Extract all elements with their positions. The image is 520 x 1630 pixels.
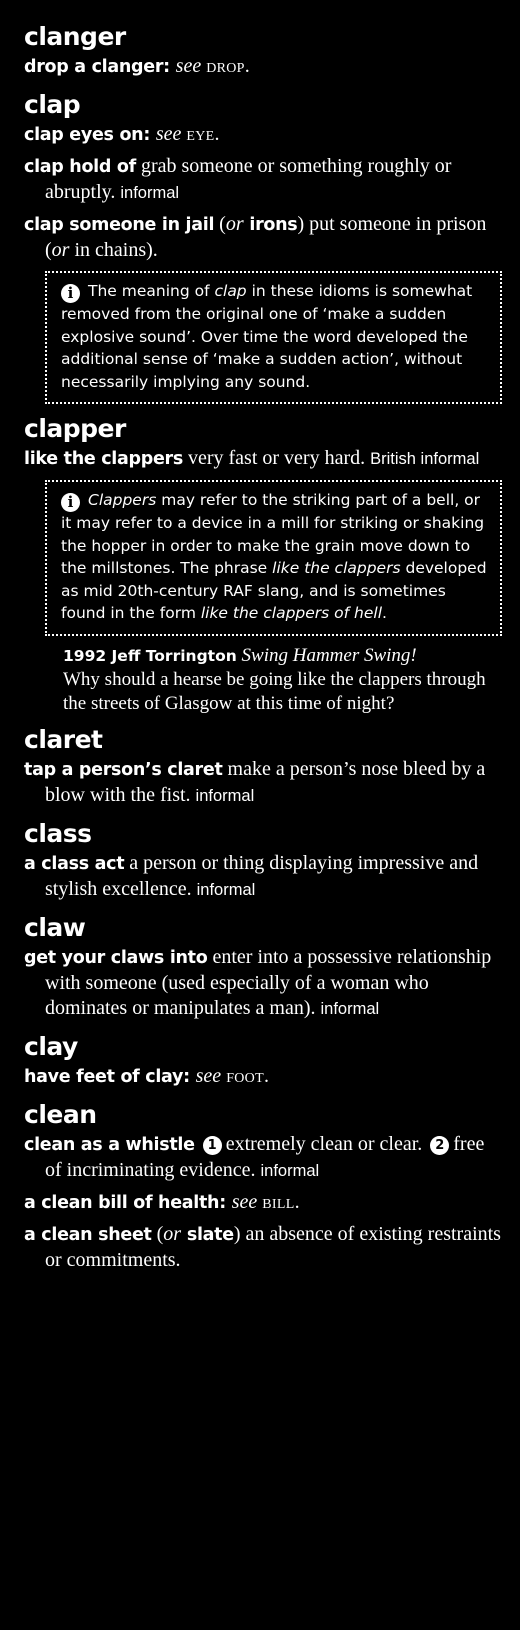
- citation-source: 1992 Jeff Torrington: [63, 646, 237, 665]
- entry-clanger: clanger drop a clanger: see drop.: [24, 22, 502, 80]
- idiom: tap a person’s claret make a person’s no…: [24, 757, 502, 809]
- paren-open: (: [214, 213, 226, 235]
- idiom: a clean bill of health: see bill.: [24, 1190, 502, 1216]
- idiom-phrase: clap hold of: [24, 157, 136, 177]
- entry-clay: clay have feet of clay: see foot.: [24, 1032, 502, 1090]
- dictionary-page: clanger drop a clanger: see drop. clap c…: [0, 0, 520, 1630]
- or-label: or: [163, 1223, 182, 1245]
- or-label: or: [51, 239, 70, 261]
- register-label: informal: [195, 787, 255, 805]
- entry-class: class a class act a person or thing disp…: [24, 819, 502, 903]
- see-label: see: [175, 55, 202, 77]
- idiom: clean as a whistle 1 extremely clean or c…: [24, 1132, 502, 1184]
- cross-reference[interactable]: drop: [206, 55, 245, 77]
- info-icon: i: [61, 284, 80, 303]
- headword: claret: [24, 725, 103, 754]
- entry-claw: claw get your claws into enter into a po…: [24, 913, 502, 1022]
- idiom: like the clappers very fast or very hard…: [24, 446, 502, 472]
- register-label: informal: [196, 881, 256, 899]
- idiom-phrase: have feet of clay: [24, 1067, 184, 1087]
- idiom: a class act a person or thing displaying…: [24, 851, 502, 903]
- citation-text: Why should a hearse be going like the cl…: [63, 669, 486, 714]
- punctuation: .: [214, 123, 220, 145]
- idiom-phrase: drop a clanger: [24, 57, 164, 77]
- idiom: clap someone in jail (or irons) put some…: [24, 212, 502, 263]
- register-label: informal: [120, 184, 180, 202]
- note-text: The meaning of: [88, 282, 215, 300]
- idiom-variant: slate: [181, 1225, 234, 1245]
- paren-close: ): [233, 1223, 241, 1245]
- definition: in chains).: [69, 239, 158, 261]
- punctuation: .: [263, 1065, 269, 1087]
- cross-reference[interactable]: eye: [186, 123, 214, 145]
- headword: clay: [24, 1032, 78, 1061]
- separator: :: [143, 125, 156, 145]
- register-label: British informal: [370, 450, 480, 468]
- headword: clap: [24, 90, 81, 119]
- idiom-phrase: clap eyes on: [24, 125, 144, 145]
- usage-note: i Clappers may refer to the striking part…: [45, 480, 502, 636]
- note-italic: like the clappers: [272, 559, 401, 577]
- register-label: informal: [260, 1162, 320, 1180]
- punctuation: .: [244, 55, 250, 77]
- idiom-phrase: like the clappers: [24, 449, 183, 469]
- cross-reference[interactable]: foot: [226, 1065, 264, 1087]
- idiom-phrase: a clean sheet: [24, 1225, 152, 1245]
- idiom-phrase: a clean bill of health: [24, 1193, 220, 1213]
- separator: :: [163, 57, 176, 77]
- cross-reference[interactable]: bill: [262, 1191, 294, 1213]
- entry-clapper: clapper like the clappers very fast or v…: [24, 414, 502, 715]
- note-text: .: [382, 604, 387, 622]
- headword: clanger: [24, 22, 126, 51]
- headword: claw: [24, 913, 86, 942]
- idiom: clap hold of grab someone or something r…: [24, 154, 502, 206]
- see-label: see: [155, 123, 182, 145]
- headword: class: [24, 819, 92, 848]
- idiom-variant: irons: [243, 215, 298, 235]
- headword: clapper: [24, 414, 126, 443]
- separator: :: [219, 1193, 232, 1213]
- info-icon: i: [61, 493, 80, 512]
- citation: 1992 Jeff Torrington Swing Hammer Swing!…: [63, 644, 502, 716]
- paren-open: (: [151, 1223, 164, 1245]
- or-label: or: [225, 213, 244, 235]
- idiom-phrase: tap a person’s claret: [24, 760, 223, 780]
- entry-clean: clean clean as a whistle 1 extremely clea…: [24, 1100, 502, 1273]
- note-italic: clap: [214, 282, 247, 300]
- register-label: informal: [320, 1000, 380, 1018]
- punctuation: .: [294, 1191, 300, 1213]
- idiom-phrase: clap someone in jail: [24, 215, 215, 235]
- note-italic: like the clappers of hell: [200, 604, 383, 622]
- idiom-phrase: get your claws into: [24, 948, 208, 968]
- idiom: get your claws into enter into a possess…: [24, 945, 502, 1022]
- see-label: see: [231, 1191, 258, 1213]
- entry-claret: claret tap a person’s claret make a pers…: [24, 725, 502, 809]
- sense-definition: extremely clean or clear.: [225, 1133, 423, 1155]
- definition: very fast or very hard.: [182, 447, 371, 469]
- sense-number-1: 1: [202, 1136, 222, 1155]
- idiom: drop a clanger: see drop.: [24, 54, 502, 80]
- idiom: have feet of clay: see foot.: [24, 1064, 502, 1090]
- idiom: a clean sheet (or slate) an absence of e…: [24, 1222, 502, 1273]
- note-italic: Clappers: [88, 491, 157, 509]
- idiom-phrase: a class act: [24, 854, 125, 874]
- headword: clean: [24, 1100, 97, 1129]
- see-label: see: [195, 1065, 222, 1087]
- idiom-phrase: clean as a whistle: [24, 1135, 195, 1155]
- entry-clap: clap clap eyes on: see eye. clap hold of…: [24, 90, 502, 404]
- usage-note: i The meaning of clap in these idioms is …: [45, 271, 502, 404]
- separator: :: [183, 1067, 196, 1087]
- idiom: clap eyes on: see eye.: [24, 122, 502, 148]
- sense-number-2: 2: [430, 1136, 450, 1155]
- citation-title: Swing Hammer Swing!: [241, 644, 417, 666]
